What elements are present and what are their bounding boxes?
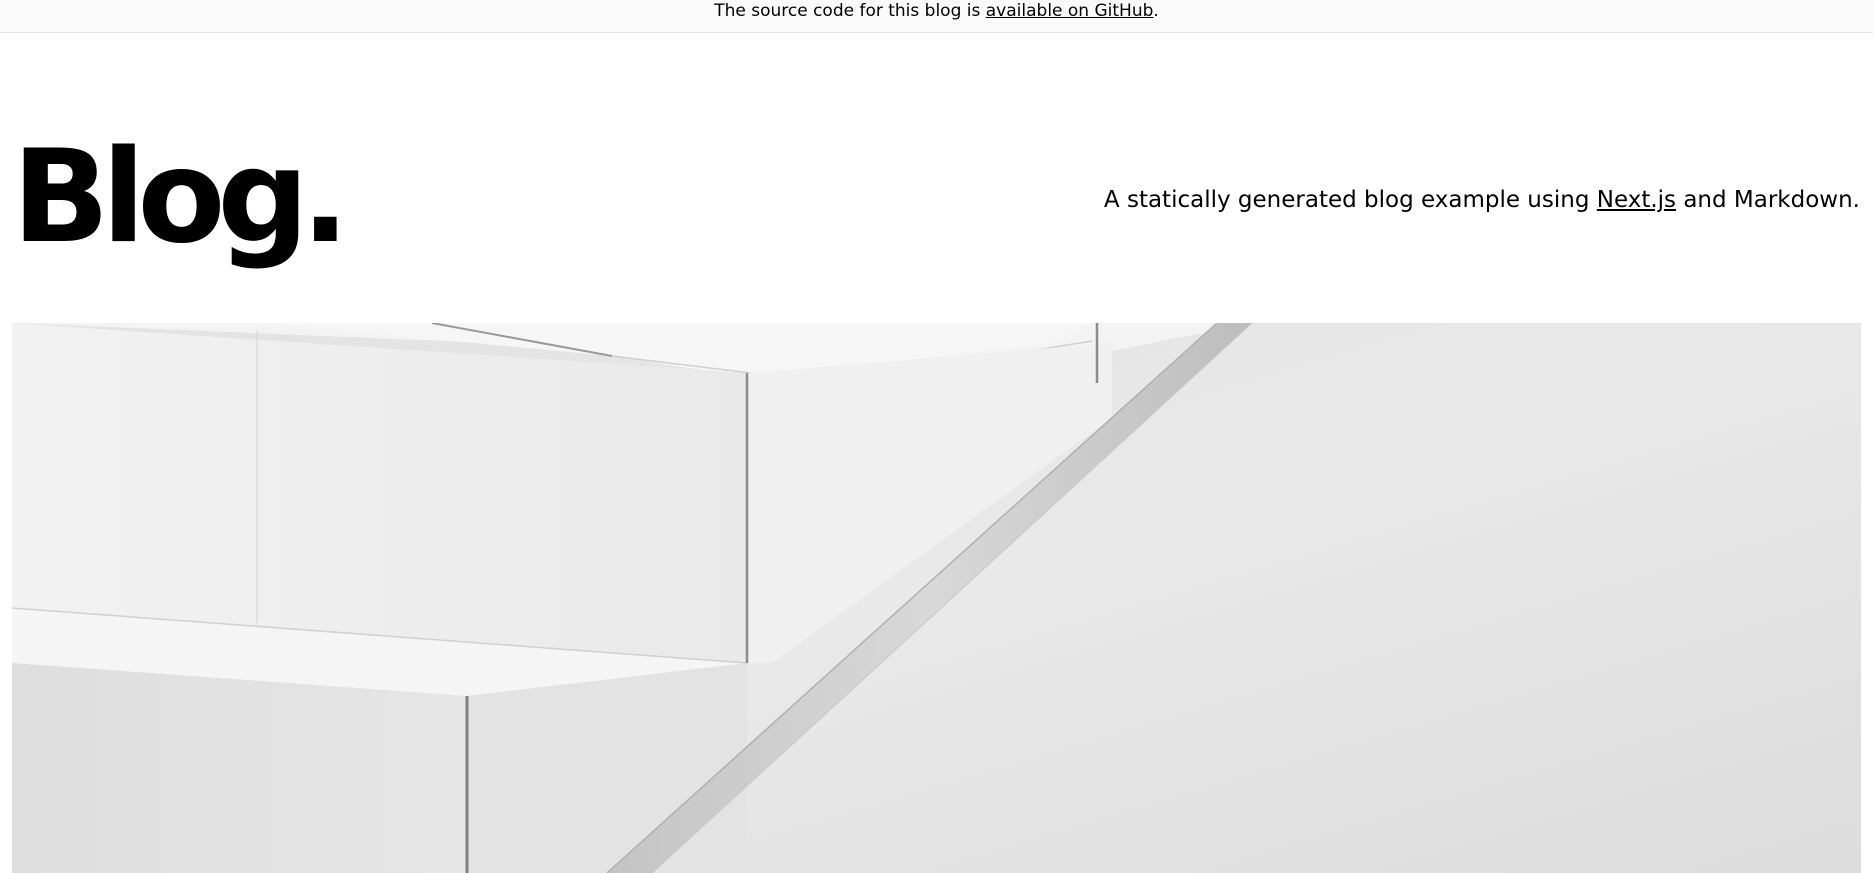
source-code-banner: The source code for this blog is availab…: [0, 0, 1873, 33]
tagline-text: A statically generated blog example usin…: [1103, 187, 1597, 213]
banner-period: .: [1153, 1, 1159, 21]
github-link[interactable]: available on GitHub: [986, 1, 1154, 21]
nextjs-link[interactable]: Next.js: [1597, 187, 1676, 213]
hero-image-art: [12, 323, 1861, 873]
hero-cover-image[interactable]: [12, 323, 1861, 873]
page-title: Blog.: [12, 123, 350, 272]
banner-text: The source code for this blog is: [714, 1, 986, 21]
site-tagline: A statically generated blog example usin…: [1104, 185, 1860, 215]
tagline-text-end: and Markdown.: [1676, 187, 1860, 213]
